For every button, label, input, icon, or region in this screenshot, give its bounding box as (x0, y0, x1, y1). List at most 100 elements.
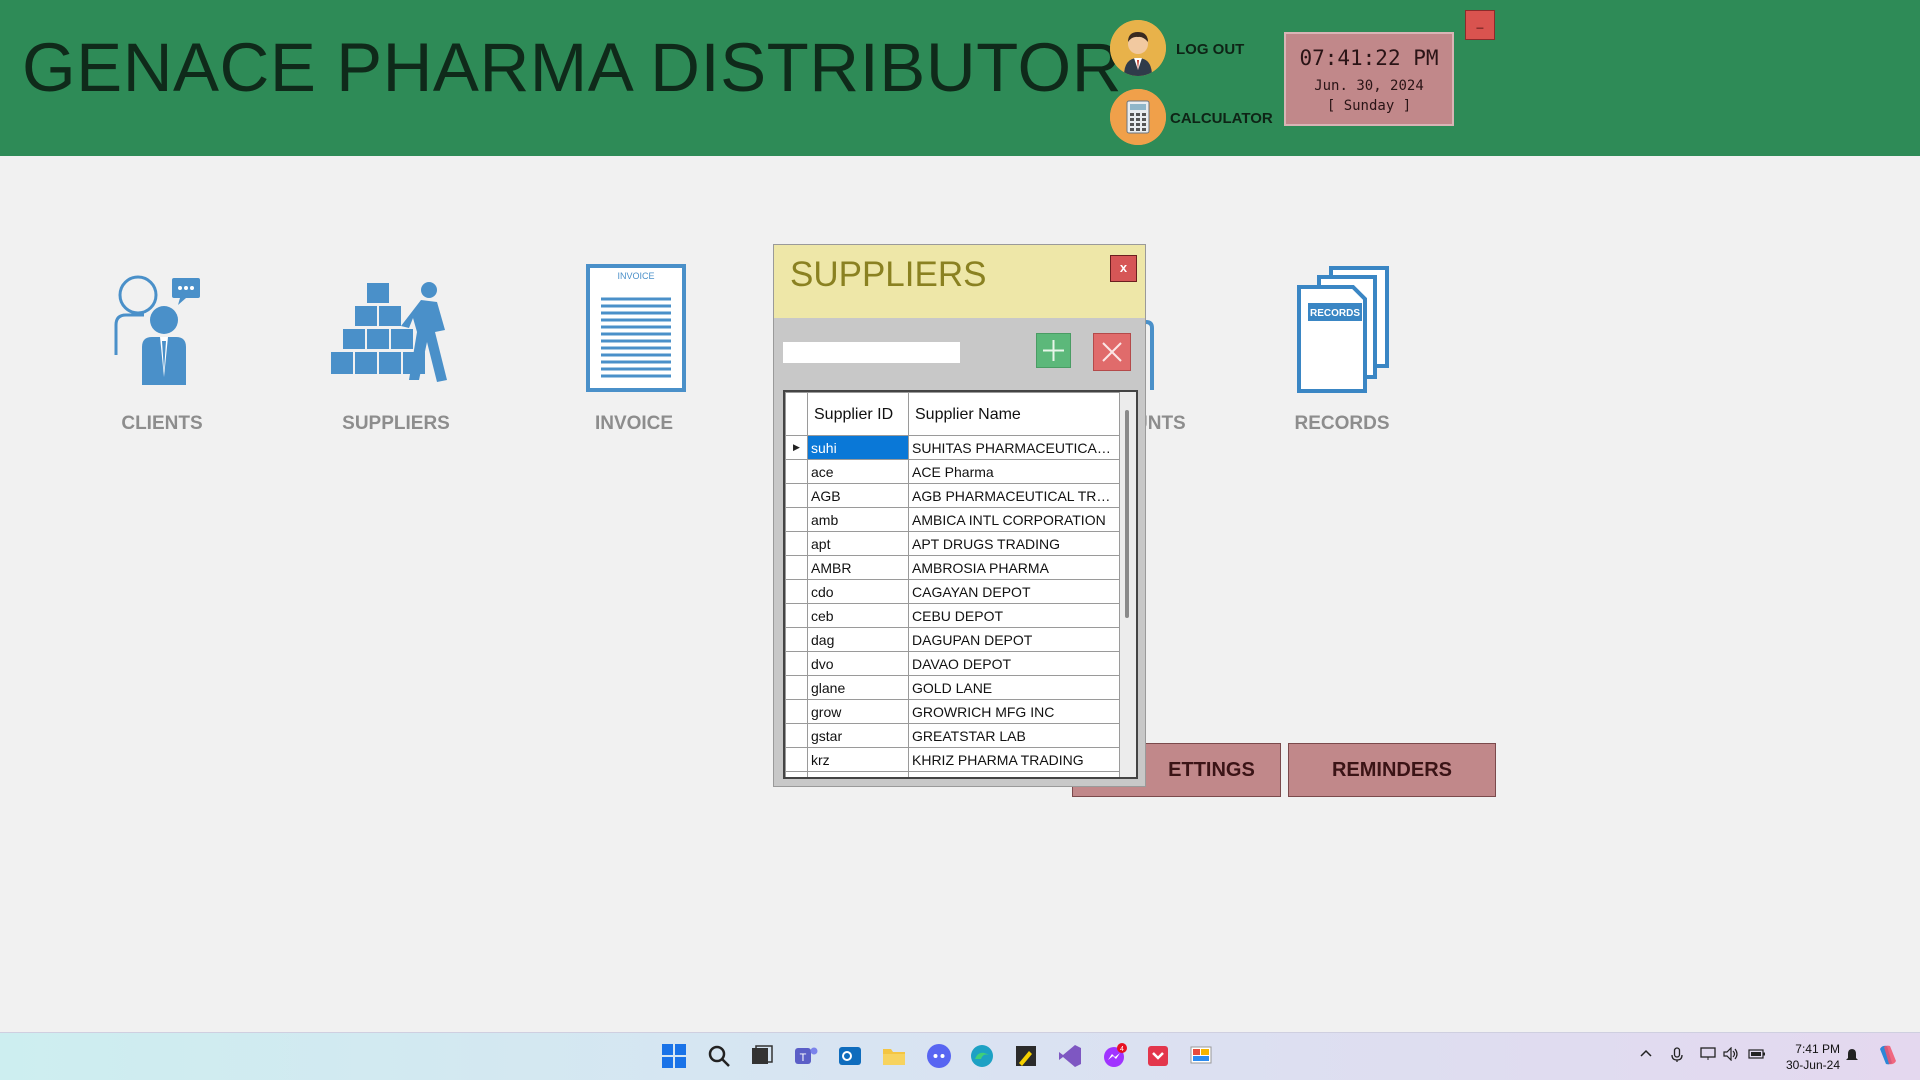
taskbar-clock[interactable]: 7:41 PM 30-Jun-24 (1780, 1041, 1840, 1073)
supplier-id-cell[interactable]: ceb (807, 603, 909, 628)
sticky-notes-icon[interactable] (1013, 1043, 1039, 1069)
supplier-id-cell[interactable]: dag (807, 627, 909, 652)
supplier-name-cell[interactable]: AGB PHARMACEUTICAL TRA... (908, 483, 1120, 508)
table-row[interactable]: AGB AGB PHARMACEUTICAL TRA... (785, 483, 1120, 508)
suppliers-grid[interactable]: Supplier ID Supplier Name ▶ suhi SUHITAS P… (783, 390, 1138, 779)
outlook-icon[interactable] (837, 1043, 863, 1069)
supplier-id-cell[interactable]: cdo (807, 579, 909, 604)
edge-icon[interactable] (969, 1043, 995, 1069)
supplier-name-cell[interactable]: DAGUPAN DEPOT (908, 627, 1120, 652)
supplier-id-cell[interactable]: suhi (807, 435, 909, 460)
row-header-cell[interactable] (785, 699, 808, 724)
table-row[interactable]: krz KHRIZ PHARMA TRADING (785, 747, 1120, 772)
supplier-name-cell[interactable]: APT DRUGS TRADING (908, 531, 1120, 556)
row-selector-arrow-icon[interactable]: ▶ (785, 435, 808, 460)
add-supplier-button[interactable] (1036, 333, 1071, 368)
network-icon[interactable] (1700, 1047, 1716, 1061)
calculator-icon[interactable] (1110, 89, 1166, 145)
table-row[interactable]: apt APT DRUGS TRADING (785, 531, 1120, 556)
supplier-id-cell[interactable]: ace (807, 459, 909, 484)
table-row[interactable]: glane GOLD LANE (785, 675, 1120, 700)
table-row[interactable]: dag DAGUPAN DEPOT (785, 627, 1120, 652)
supplier-id-cell[interactable]: glane (807, 675, 909, 700)
supplier-name-cell[interactable]: GREATSTAR LAB (908, 723, 1120, 748)
table-row[interactable]: gstar GREATSTAR LAB (785, 723, 1120, 748)
module-clients[interactable]: CLIENTS (100, 265, 224, 440)
row-header-cell[interactable] (785, 483, 808, 508)
supplier-name-cell[interactable]: AMBICA INTL CORPORATION (908, 507, 1120, 532)
logout-link[interactable]: LOG OUT (1176, 41, 1244, 58)
row-header-cell[interactable] (785, 579, 808, 604)
supplier-name-cell[interactable]: AMBROSIA PHARMA (908, 555, 1120, 580)
row-header-cell[interactable] (785, 675, 808, 700)
visual-studio-icon[interactable] (1057, 1043, 1083, 1069)
supplier-name-cell[interactable]: CAGAYAN DEPOT (908, 579, 1120, 604)
supplier-name-cell[interactable]: CEBU DEPOT (908, 603, 1120, 628)
row-header-cell[interactable] (785, 555, 808, 580)
notification-bell-icon[interactable] (1845, 1047, 1859, 1063)
invoice-icon-text: INVOICE (617, 271, 654, 281)
search-icon[interactable] (706, 1043, 732, 1069)
table-row[interactable]: grow GROWRICH MFG INC (785, 699, 1120, 724)
row-header-cell[interactable] (785, 651, 808, 676)
module-records[interactable]: RECORDS RECORDS (1282, 265, 1412, 440)
speaker-icon[interactable] (1723, 1047, 1739, 1061)
table-row[interactable]: ace ACE Pharma (785, 459, 1120, 484)
chevron-up-icon[interactable] (1639, 1047, 1653, 1061)
close-icon (1102, 342, 1122, 362)
column-header-supplier-name[interactable]: Supplier Name (908, 392, 1120, 436)
row-header-cell[interactable] (785, 531, 808, 556)
supplier-name-cell[interactable]: KHRIZ PHARMA TRADING (908, 747, 1120, 772)
supplier-id-cell[interactable]: AGB (807, 483, 909, 508)
reminders-button[interactable]: REMINDERS (1288, 743, 1496, 797)
table-row[interactable]: cdo CAGAYAN DEPOT (785, 579, 1120, 604)
supplier-name-cell[interactable]: ACE Pharma (908, 459, 1120, 484)
file-explorer-icon[interactable] (881, 1043, 907, 1069)
table-row[interactable]: dvo DAVAO DEPOT (785, 651, 1120, 676)
supplier-name-cell[interactable]: SUHITAS PHARMACEUTICAL... (908, 435, 1120, 460)
supplier-search-input[interactable] (783, 342, 960, 363)
windows-start-icon[interactable] (661, 1043, 687, 1069)
task-view-icon[interactable] (749, 1043, 775, 1069)
messenger-icon[interactable]: 4 (1101, 1043, 1127, 1069)
grid-scrollbar[interactable] (1120, 392, 1136, 777)
supplier-name-cell[interactable]: DAVAO DEPOT (908, 651, 1120, 676)
row-header-cell[interactable] (785, 459, 808, 484)
teams-icon[interactable]: T (793, 1043, 819, 1069)
microphone-icon[interactable] (1670, 1047, 1684, 1063)
clock-time: 07:41:22 PM (1299, 46, 1439, 70)
supplier-id-cell[interactable]: krz (807, 747, 909, 772)
scrollbar-thumb[interactable] (1125, 410, 1129, 618)
row-header-cell[interactable] (785, 627, 808, 652)
row-header-cell[interactable] (785, 747, 808, 772)
supplier-id-cell[interactable]: dvo (807, 651, 909, 676)
table-row[interactable]: amb AMBICA INTL CORPORATION (785, 507, 1120, 532)
battery-icon[interactable] (1748, 1047, 1766, 1061)
supplier-id-cell[interactable]: amb (807, 507, 909, 532)
minimize-button[interactable]: _ (1465, 10, 1495, 40)
dialog-close-button[interactable]: x (1110, 255, 1137, 282)
pocket-icon[interactable] (1145, 1043, 1171, 1069)
table-row[interactable]: ▶ suhi SUHITAS PHARMACEUTICAL... (785, 435, 1120, 460)
table-row[interactable]: AMBR AMBROSIA PHARMA (785, 555, 1120, 580)
module-invoice[interactable]: INVOICE INVOICE (570, 263, 698, 443)
supplier-name-cell[interactable]: GROWRICH MFG INC (908, 699, 1120, 724)
copilot-icon[interactable] (1876, 1043, 1900, 1067)
discord-icon[interactable] (926, 1043, 952, 1069)
supplier-id-cell[interactable]: apt (807, 531, 909, 556)
module-accounts[interactable]: UNTS (1134, 320, 1208, 440)
supplier-name-cell[interactable]: GOLD LANE (908, 675, 1120, 700)
calculator-link[interactable]: CALCULATOR (1170, 110, 1273, 127)
module-suppliers[interactable]: SUPPLIERS (316, 280, 486, 440)
app-window-icon[interactable] (1189, 1043, 1215, 1069)
row-header-cell[interactable] (785, 507, 808, 532)
supplier-id-cell[interactable]: gstar (807, 723, 909, 748)
supplier-id-cell[interactable]: AMBR (807, 555, 909, 580)
user-avatar-icon[interactable] (1110, 20, 1166, 76)
supplier-id-cell[interactable]: grow (807, 699, 909, 724)
row-header-cell[interactable] (785, 723, 808, 748)
column-header-supplier-id[interactable]: Supplier ID (807, 392, 909, 436)
delete-supplier-button[interactable] (1093, 333, 1131, 371)
table-row[interactable]: ceb CEBU DEPOT (785, 603, 1120, 628)
row-header-cell[interactable] (785, 603, 808, 628)
